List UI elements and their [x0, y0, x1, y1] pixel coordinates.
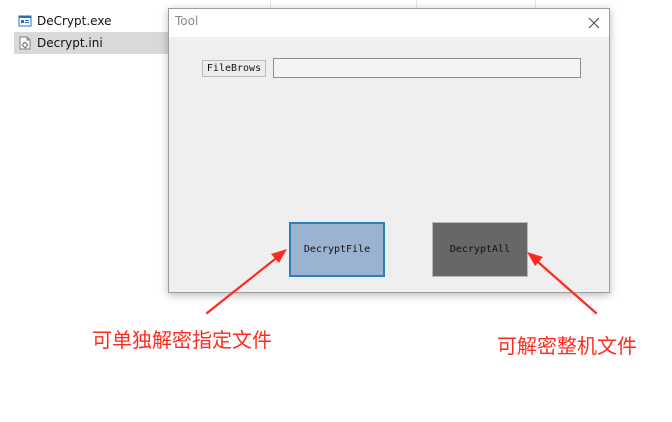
file-name-label: Decrypt.ini: [37, 36, 103, 50]
settings-file-icon-graphic: [19, 36, 31, 50]
tool-window: Tool FileBrows DecryptFile DecryptAll: [168, 8, 610, 293]
screenshot-root: DeCrypt.exe Decrypt.ini Tool FileBrows D…: [0, 0, 672, 422]
file-row-decrypt-exe[interactable]: DeCrypt.exe: [14, 10, 170, 32]
executable-file-icon-graphic: [18, 15, 32, 27]
window-title: Tool: [175, 14, 199, 28]
file-name-label: DeCrypt.exe: [37, 14, 112, 28]
file-browse-button[interactable]: FileBrows: [202, 60, 266, 77]
right-annotation-label: 可解密整机文件: [497, 334, 637, 358]
close-button[interactable]: [579, 9, 609, 37]
file-list: DeCrypt.exe Decrypt.ini: [14, 9, 170, 57]
executable-file-icon: [18, 14, 32, 28]
file-path-input[interactable]: [273, 58, 581, 78]
window-titlebar[interactable]: Tool: [169, 9, 609, 37]
file-row-decrypt-ini[interactable]: Decrypt.ini: [14, 32, 170, 54]
close-icon: [588, 17, 600, 29]
decrypt-all-button[interactable]: DecryptAll: [432, 222, 528, 277]
decrypt-file-button[interactable]: DecryptFile: [289, 222, 385, 277]
settings-file-icon: [18, 36, 32, 50]
left-annotation-label: 可单独解密指定文件: [92, 328, 272, 352]
